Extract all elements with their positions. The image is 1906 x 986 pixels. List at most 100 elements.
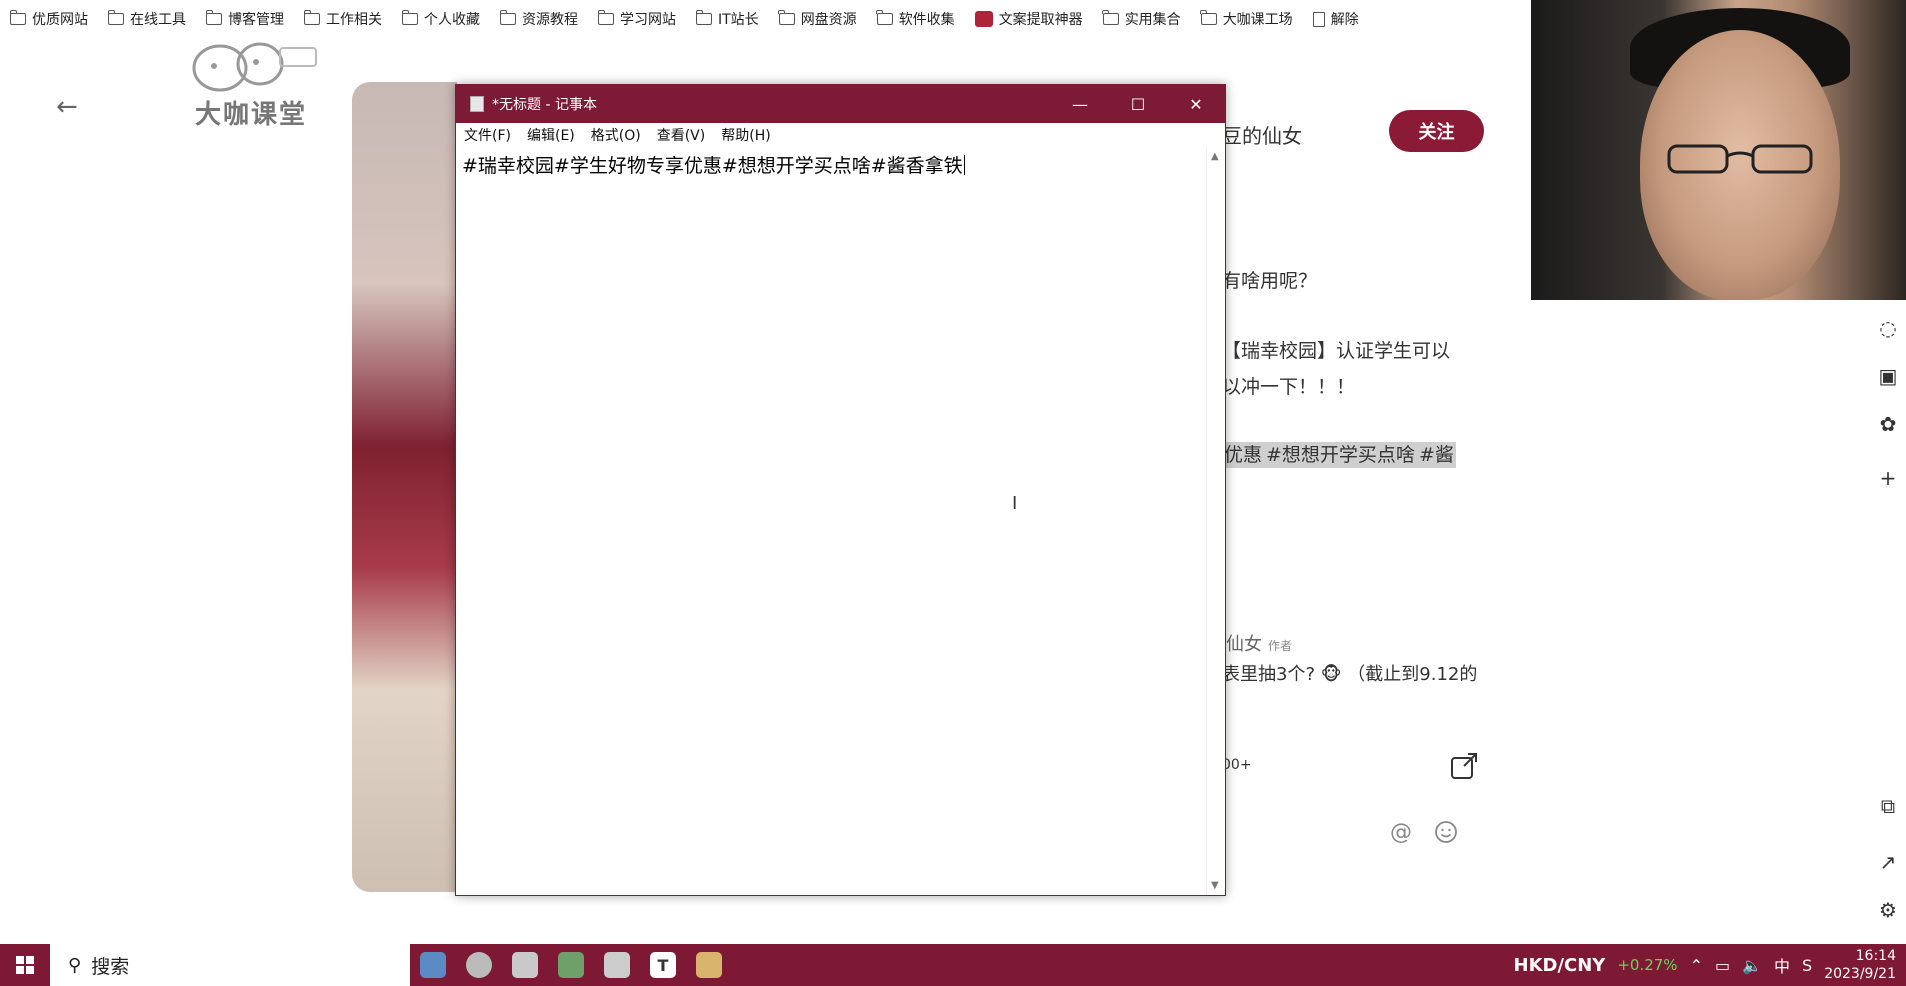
- glasses-icon: [1667, 144, 1813, 174]
- text-caret: [963, 155, 965, 175]
- comment-author-name[interactable]: 仙女: [1226, 634, 1262, 655]
- notepad-content: #瑞幸校园#学生好物专享优惠#想想开学买点啥#酱香拿铁: [462, 155, 963, 177]
- taskbar-app[interactable]: [502, 944, 548, 986]
- post-image: [352, 82, 457, 892]
- bookmark-label: IT站长: [718, 12, 759, 28]
- currency-pair[interactable]: HKD/CNY: [1514, 955, 1606, 976]
- add-icon[interactable]: +: [1878, 468, 1898, 488]
- folder-icon: [499, 10, 516, 25]
- notepad-app-icon: [470, 96, 484, 112]
- menu-view[interactable]: 查看(V): [649, 125, 714, 145]
- post-text-line: 以冲一下！！！: [1222, 376, 1356, 398]
- notepad-title: *无标题 - 记事本: [492, 97, 597, 113]
- sogou-icon[interactable]: S: [1802, 956, 1812, 975]
- clock-time: 16:14: [1855, 948, 1896, 964]
- follow-button[interactable]: 关注: [1389, 110, 1484, 152]
- screenshot-icon[interactable]: ⧉: [1878, 796, 1898, 816]
- folder-icon: [107, 10, 124, 25]
- comment-tail: （截止到9.12的: [1347, 664, 1478, 685]
- taskbar: ⚲ 搜索 T HKD/CNY +0.27% ⌃ ▭ 🔈 中 S 16:14 20…: [0, 944, 1906, 986]
- folder-icon: [1102, 10, 1119, 25]
- scroll-down-icon[interactable]: ▼: [1211, 880, 1219, 891]
- bookmark-label: 软件收集: [898, 12, 955, 28]
- notepad-text-area[interactable]: #瑞幸校园#学生好物专享优惠#想想开学买点啥#酱香拿铁: [456, 147, 1208, 895]
- menu-file[interactable]: 文件(F): [456, 125, 519, 145]
- settings-gear-icon[interactable]: ⚙: [1878, 900, 1898, 920]
- bookmark-item[interactable]: 优质网站: [0, 0, 98, 38]
- bookmark-label: 大咖课工场: [1222, 12, 1293, 28]
- notepad-titlebar[interactable]: *无标题 - 记事本 — ☐ ✕: [456, 85, 1225, 123]
- folder-icon: [303, 10, 320, 25]
- search-label: 搜索: [91, 955, 130, 978]
- network-icon[interactable]: ▭: [1715, 956, 1730, 975]
- menu-help[interactable]: 帮助(H): [713, 125, 778, 145]
- post-text-line: 【瑞幸校园】认证学生可以: [1222, 340, 1451, 362]
- folder-icon: [597, 10, 614, 25]
- loading-ring-icon[interactable]: ◌: [1878, 318, 1898, 338]
- folder-icon: [9, 10, 26, 25]
- bookmark-item[interactable]: 个人收藏: [392, 0, 490, 38]
- page-icon: [1312, 11, 1325, 27]
- bookmark-item[interactable]: IT站长: [686, 0, 769, 38]
- taskbar-app[interactable]: [548, 944, 594, 986]
- tag-link[interactable]: #酱: [1416, 442, 1456, 468]
- folder-icon: [876, 10, 893, 25]
- bookmark-label: 个人收藏: [424, 12, 480, 28]
- taskbar-search[interactable]: ⚲ 搜索: [50, 944, 410, 986]
- bookmark-item[interactable]: 文案提取神器: [965, 0, 1093, 38]
- comment-author: 仙女 作者: [1226, 630, 1292, 656]
- taskbar-app[interactable]: [594, 944, 640, 986]
- taskbar-app[interactable]: [456, 944, 502, 986]
- back-arrow-icon[interactable]: ←: [56, 92, 78, 122]
- tag-link[interactable]: #想想开学买点啥: [1264, 442, 1417, 468]
- share-icon[interactable]: [1450, 752, 1478, 780]
- bookmark-item[interactable]: 软件收集: [867, 0, 965, 38]
- bookmark-label: 优质网站: [32, 12, 88, 28]
- clock[interactable]: 16:14 2023/9/21: [1824, 947, 1896, 983]
- ime-indicator[interactable]: 中: [1774, 953, 1790, 977]
- folder-icon: [1200, 10, 1217, 25]
- taskbar-app[interactable]: [410, 944, 456, 986]
- scroll-up-icon[interactable]: ▲: [1211, 151, 1219, 162]
- menu-format[interactable]: 格式(O): [583, 125, 649, 145]
- folder-icon: [205, 10, 222, 25]
- bookmark-item[interactable]: 学习网站: [588, 0, 686, 38]
- bookmark-label: 资源教程: [522, 12, 578, 28]
- close-button[interactable]: ✕: [1167, 85, 1225, 123]
- bookmark-label: 博客管理: [228, 12, 284, 28]
- game-icon[interactable]: ▣: [1878, 366, 1898, 386]
- folder-icon: [401, 10, 418, 25]
- bookmark-label: 解除: [1330, 12, 1359, 28]
- chevron-up-icon[interactable]: ⌃: [1690, 956, 1703, 975]
- volume-icon[interactable]: 🔈: [1742, 956, 1762, 975]
- at-mention-icon[interactable]: @: [1390, 820, 1412, 845]
- comment-count: 00+: [1222, 757, 1252, 773]
- site-logo-text: 大咖课堂: [195, 100, 308, 130]
- external-link-icon[interactable]: ↗: [1878, 852, 1898, 872]
- taskbar-app[interactable]: T: [640, 944, 686, 986]
- tag-link[interactable]: 优惠: [1222, 442, 1265, 468]
- currency-change: +0.27%: [1617, 956, 1678, 974]
- gear-app-icon: [604, 952, 630, 978]
- folder-icon: [778, 10, 795, 25]
- author-badge: 作者: [1268, 639, 1293, 653]
- bookmark-label: 文案提取神器: [998, 12, 1083, 28]
- bookmark-item[interactable]: 网盘资源: [769, 0, 867, 38]
- emoji-picker-icon[interactable]: [1434, 820, 1458, 844]
- start-button[interactable]: [0, 944, 50, 986]
- bookmark-item[interactable]: 解除: [1303, 0, 1369, 38]
- menu-edit[interactable]: 编辑(E): [519, 125, 583, 145]
- minimize-button[interactable]: —: [1051, 85, 1109, 123]
- image-app-icon: [558, 952, 584, 978]
- clock-date: 2023/9/21: [1824, 966, 1896, 982]
- bookmark-item[interactable]: 大咖课工场: [1191, 0, 1303, 38]
- folder-icon: [695, 10, 712, 25]
- author-name[interactable]: 豆的仙女: [1222, 120, 1302, 149]
- taskbar-app[interactable]: [686, 944, 732, 986]
- flower-icon[interactable]: ✿: [1878, 414, 1898, 434]
- app-icon: [974, 11, 993, 27]
- maximize-button[interactable]: ☐: [1109, 85, 1167, 123]
- vertical-scrollbar[interactable]: ▲ ▼: [1206, 147, 1225, 895]
- bookmark-item[interactable]: 实用集合: [1093, 0, 1191, 38]
- bookmark-item[interactable]: 资源教程: [490, 0, 588, 38]
